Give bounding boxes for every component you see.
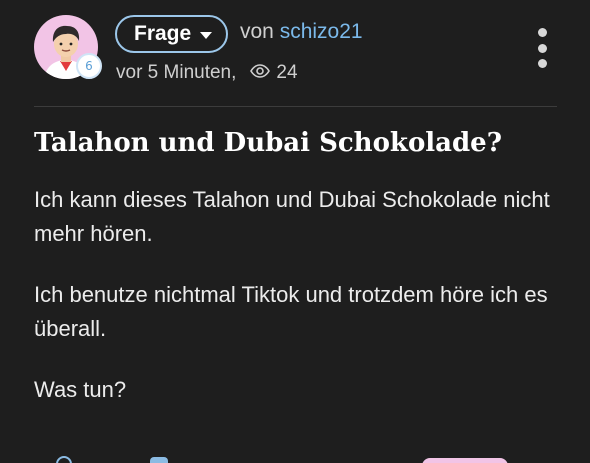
eye-icon: [250, 62, 271, 84]
body-paragraph: Ich kann dieses Talahon und Dubai Schoko…: [34, 187, 550, 246]
level-badge: 6: [76, 53, 102, 79]
caret-down-icon: [200, 31, 213, 39]
action-icon[interactable]: [56, 456, 72, 463]
action-icon[interactable]: [150, 457, 168, 463]
question-type-label: Frage: [134, 22, 192, 45]
action-bar-partial: [0, 452, 590, 463]
author-line: von schizo21: [240, 20, 363, 44]
view-count: 24: [276, 62, 298, 83]
avatar-group-icon: [422, 458, 508, 463]
post-time: vor 5 Minuten,: [116, 62, 237, 83]
more-vertical-icon: [537, 28, 547, 37]
body-paragraph: Ich benutze nichtmal Tiktok und trotzdem…: [34, 282, 548, 341]
question-title: Talahon und Dubai Schokolade?: [34, 128, 502, 158]
body-paragraph: Was tun?: [34, 377, 127, 402]
post-header: 6 Frage von schizo21 vor 5 Minuten, 24: [0, 0, 590, 108]
more-options-button[interactable]: [532, 28, 552, 68]
by-prefix: von: [240, 20, 274, 43]
author-link[interactable]: schizo21: [280, 20, 363, 43]
question-body: Ich kann dieses Talahon und Dubai Schoko…: [34, 183, 564, 434]
post-meta: vor 5 Minuten, 24: [116, 62, 298, 84]
author-avatar[interactable]: 6: [34, 15, 102, 79]
header-divider: [34, 106, 557, 107]
question-type-dropdown[interactable]: Frage: [115, 15, 229, 53]
